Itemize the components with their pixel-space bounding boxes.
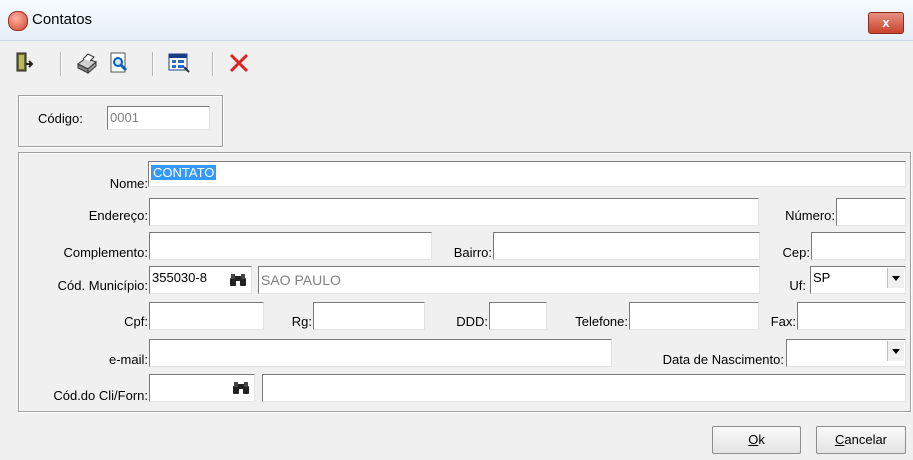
exit-icon[interactable]: [10, 50, 36, 76]
uf-select[interactable]: SP: [810, 266, 906, 294]
toolbar: [0, 42, 913, 82]
cod-municipio-value: 355030-8: [152, 270, 207, 285]
endereco-label: Endereço:: [88, 208, 148, 223]
cli-name-field[interactable]: [262, 374, 906, 402]
rg-field[interactable]: [313, 302, 425, 330]
cep-field[interactable]: [811, 232, 906, 260]
delete-icon[interactable]: [226, 50, 252, 76]
codigo-label: Código:: [38, 111, 83, 126]
title-bar: Contatos x: [0, 0, 913, 41]
toolbar-separator: [152, 52, 154, 76]
nome-field[interactable]: CONTATO: [148, 161, 906, 187]
binoculars-icon[interactable]: [229, 273, 247, 287]
fax-label: Fax:: [770, 314, 796, 329]
endereco-field[interactable]: [149, 198, 759, 226]
cep-label: Cep:: [782, 245, 810, 260]
numero-label: Número:: [785, 208, 835, 223]
cpf-label: Cpf:: [124, 314, 148, 329]
ddd-field[interactable]: [489, 302, 547, 330]
telefone-field[interactable]: [629, 302, 759, 330]
numero-field[interactable]: [836, 198, 906, 226]
nome-label: Nome:: [109, 176, 148, 191]
uf-label: Uf:: [789, 278, 806, 293]
cod-cli-field[interactable]: [149, 374, 255, 402]
data-nascimento-select[interactable]: [786, 339, 906, 367]
bairro-label: Bairro:: [453, 245, 492, 260]
fax-field[interactable]: [797, 302, 906, 330]
email-label: e-mail:: [108, 352, 148, 367]
complemento-field[interactable]: [149, 232, 432, 260]
cpf-field[interactable]: [149, 302, 264, 330]
chevron-down-icon[interactable]: [887, 341, 904, 361]
cod-cli-label: Cód.do Cli/Forn:: [53, 388, 148, 403]
cancel-button[interactable]: Cancelar: [816, 426, 906, 454]
toolbar-separator: [60, 52, 62, 76]
ok-button[interactable]: Ok: [712, 426, 801, 454]
binoculars-icon[interactable]: [232, 381, 250, 395]
window-title: Contatos: [32, 11, 93, 28]
close-button[interactable]: x: [868, 12, 904, 34]
email-field[interactable]: [149, 339, 612, 367]
app-icon: [8, 11, 28, 31]
toolbar-separator: [212, 52, 214, 76]
uf-value: SP: [813, 270, 831, 285]
ddd-label: DDD:: [456, 314, 488, 329]
rg-label: Rg:: [291, 314, 312, 329]
cod-municipio-label: Cód. Município:: [57, 278, 148, 293]
form-icon[interactable]: [166, 50, 192, 76]
preview-icon[interactable]: [106, 50, 132, 76]
complemento-label: Complemento:: [63, 245, 148, 260]
telefone-label: Telefone:: [575, 314, 628, 329]
cod-municipio-field[interactable]: 355030-8: [149, 266, 252, 294]
nome-value: CONTATO: [151, 165, 217, 180]
data-nascimento-label: Data de Nascimento:: [662, 352, 784, 367]
chevron-down-icon[interactable]: [887, 268, 904, 288]
codigo-field[interactable]: 0001: [107, 106, 210, 130]
bairro-field[interactable]: [493, 232, 760, 260]
printer-icon[interactable]: [74, 50, 100, 76]
municipio-name-field[interactable]: SAO PAULO: [258, 266, 760, 294]
